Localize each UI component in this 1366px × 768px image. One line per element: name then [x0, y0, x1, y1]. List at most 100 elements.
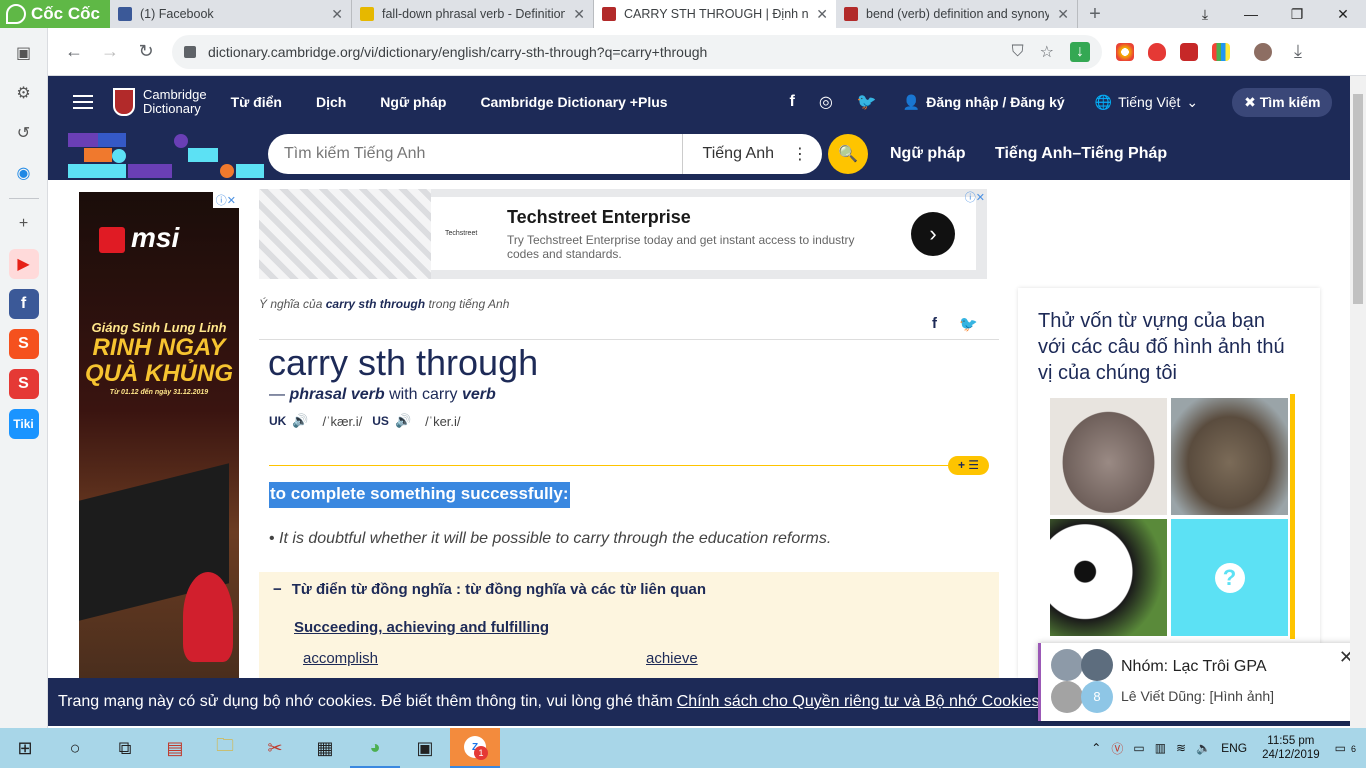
wifi-icon[interactable]: ≋ — [1176, 741, 1186, 755]
collapse-minus-icon[interactable]: − — [273, 581, 282, 598]
nav-plus[interactable]: Cambridge Dictionary +Plus — [480, 94, 667, 110]
url-field[interactable]: dictionary.cambridge.org/vi/dictionary/e… — [172, 34, 1102, 69]
input-language[interactable]: ENG — [1221, 741, 1247, 755]
tab-carry-sth-through[interactable]: CARRY STH THROUGH | Định nghĩa ✕ — [594, 0, 836, 28]
task-view-icon[interactable]: ⧉ — [100, 728, 150, 768]
tab-close-icon[interactable]: ✕ — [1057, 6, 1069, 23]
restore-icon[interactable]: ❐ — [1274, 0, 1320, 28]
tab-close-icon[interactable]: ✕ — [573, 6, 585, 23]
uk-speaker-icon[interactable]: 🔊 — [292, 413, 308, 429]
app-icon[interactable]: ▤ — [150, 728, 200, 768]
msi-ad[interactable]: ⓘ✕ msi Giáng Sinh Lung Linh RINH NGAY QU… — [79, 192, 239, 678]
search-submit-button[interactable]: 🔍 — [828, 134, 868, 174]
instagram-icon[interactable]: ◎ — [819, 92, 833, 112]
downloads-icon[interactable]: ⤓ — [1280, 41, 1316, 62]
search-button-label: Tìm kiếm — [1259, 93, 1321, 110]
windows-start-icon[interactable]: ⊞ — [0, 728, 50, 768]
thesaurus-word-link[interactable]: accomplish — [303, 650, 378, 667]
chrome-extension-icon[interactable] — [1116, 42, 1134, 61]
volume-icon[interactable]: 🔈 — [1196, 741, 1211, 755]
chevron-up-icon[interactable]: ⌃ — [1091, 741, 1101, 755]
facebook-icon[interactable]: f — [790, 93, 795, 111]
notification-center-icon[interactable]: ▭ 6 — [1335, 741, 1361, 755]
quiz-image-grid[interactable]: ? — [1045, 394, 1295, 639]
seal-image[interactable] — [1171, 398, 1288, 515]
facebook-icon[interactable]: f — [8, 289, 39, 319]
shopee-icon[interactable]: S — [8, 329, 39, 359]
more-vertical-icon: ⋮ — [792, 146, 808, 163]
cookie-policy-link[interactable]: Chính sách cho Quyền riêng tư và Bộ nhớ … — [677, 693, 1040, 711]
cambridge-logo[interactable]: Cambridge Dictionary — [113, 88, 207, 116]
tab-facebook[interactable]: (1) Facebook ✕ — [110, 0, 352, 28]
adblock-extension-icon[interactable] — [1148, 42, 1166, 61]
zalo-taskbar-icon[interactable]: Z1 — [450, 728, 500, 768]
close-window-icon[interactable]: ✕ — [1320, 0, 1366, 28]
new-tab-button[interactable]: + — [1078, 0, 1112, 28]
app-icon[interactable]: ▣ — [400, 728, 450, 768]
color-picker-extension-icon[interactable] — [1212, 42, 1230, 61]
hippo-image[interactable] — [1050, 398, 1167, 515]
shield-icon[interactable]: ⛉ — [1012, 43, 1024, 61]
add-shortcut-icon[interactable]: + — [9, 209, 39, 239]
tab-close-icon[interactable]: ✕ — [816, 6, 828, 23]
tab-fall-down[interactable]: fall-down phrasal verb - Definition ✕ — [352, 0, 594, 28]
twitter-share-icon[interactable]: 🐦 — [959, 315, 978, 333]
login-link[interactable]: 👤 Đăng nhập / Đăng ký — [903, 94, 1065, 111]
pdf-extension-icon[interactable] — [1180, 42, 1198, 61]
tab-search-icon[interactable]: ⤓ — [1182, 0, 1228, 28]
tiki-icon[interactable]: Tiki — [8, 409, 39, 439]
question-tile[interactable]: ? — [1171, 519, 1288, 636]
add-to-list-button[interactable]: + ☰ — [948, 456, 989, 475]
history-icon[interactable]: ↺ — [9, 118, 39, 148]
facebook-share-icon[interactable]: f — [932, 315, 937, 333]
notepad-icon[interactable]: ▦ — [300, 728, 350, 768]
ad-info-icon[interactable]: ⓘ✕ — [212, 192, 239, 208]
us-speaker-icon[interactable]: 🔊 — [395, 413, 411, 429]
nav-grammar[interactable]: Ngữ pháp — [380, 94, 446, 110]
thesaurus-word-link[interactable]: achieve — [646, 650, 698, 667]
bookmark-star-icon[interactable]: ☆ — [1040, 42, 1054, 62]
chevron-right-icon[interactable]: › — [911, 212, 955, 256]
sendo-icon[interactable]: S — [8, 369, 39, 399]
header-search-button[interactable]: ✖ Tìm kiếm — [1232, 87, 1333, 117]
tab-close-icon[interactable]: ✕ — [331, 6, 343, 23]
thesaurus-category-link[interactable]: Succeeding, achieving and fulfilling — [294, 619, 549, 636]
cortana-search-icon[interactable]: ○ — [50, 728, 100, 768]
sidebar-toggle-icon[interactable]: ▣ — [9, 38, 39, 68]
ad-info-icon[interactable]: ⓘ✕ — [965, 189, 985, 205]
nav-translate[interactable]: Dịch — [316, 94, 346, 110]
youtube-icon[interactable]: ▶ — [8, 249, 39, 279]
tab-bend[interactable]: bend (verb) definition and synonym ✕ — [836, 0, 1078, 28]
grammar-link[interactable]: Ngữ pháp — [890, 145, 966, 163]
back-arrow-icon[interactable]: ← — [56, 41, 92, 62]
scroll-thumb[interactable] — [1353, 94, 1363, 304]
file-explorer-icon[interactable]: 🗀 — [200, 728, 250, 768]
nav-dictionary[interactable]: Từ điển — [231, 94, 282, 110]
snipping-tool-icon[interactable]: ✂ — [250, 728, 300, 768]
network-icon[interactable]: ▥ — [1155, 741, 1166, 755]
settings-gear-icon[interactable]: ⚙ — [9, 78, 39, 108]
twitter-icon[interactable]: 🐦 — [857, 92, 877, 112]
dictionary-select[interactable]: Tiếng Anh ⋮ — [681, 134, 822, 174]
english-french-link[interactable]: Tiếng Anh–Tiếng Pháp — [995, 145, 1167, 163]
thesaurus-header[interactable]: − Từ điển từ đồng nghĩa : từ đồng nghĩa v… — [273, 581, 706, 598]
chat-notification[interactable]: 8 Nhóm: Lạc Trôi GPA Lê Viết Dũng: [Hình… — [1038, 643, 1362, 721]
clock[interactable]: 11:55 pm 24/12/2019 — [1262, 734, 1320, 762]
techstreet-ad[interactable]: Techstreet Techstreet Enterprise Try Tec… — [259, 189, 987, 279]
page-scrollbar[interactable] — [1350, 76, 1366, 728]
search-input[interactable]: Tìm kiếm Tiếng Anh Tiếng Anh ⋮ — [268, 134, 822, 174]
download-extension-icon[interactable]: ↓ — [1070, 41, 1090, 62]
profile-avatar-icon[interactable] — [1254, 42, 1272, 61]
coccoc-logo[interactable]: Cốc Cốc — [0, 0, 110, 28]
messenger-icon[interactable]: ◉ — [9, 158, 39, 188]
reload-icon[interactable]: ↻ — [128, 41, 164, 62]
msi-brand-text: msi — [131, 222, 180, 253]
coccoc-taskbar-icon[interactable]: ◕ — [350, 728, 400, 768]
vpn-icon[interactable]: Ⓥ — [1111, 740, 1123, 757]
forward-arrow-icon[interactable]: → — [92, 41, 128, 62]
minimize-icon[interactable]: — — [1228, 0, 1274, 28]
panda-image[interactable] — [1050, 519, 1167, 636]
menu-hamburger-icon[interactable] — [73, 95, 93, 109]
language-select[interactable]: 🌐 Tiếng Việt ⌄ — [1095, 94, 1198, 111]
battery-icon[interactable]: ▭ — [1133, 741, 1144, 755]
